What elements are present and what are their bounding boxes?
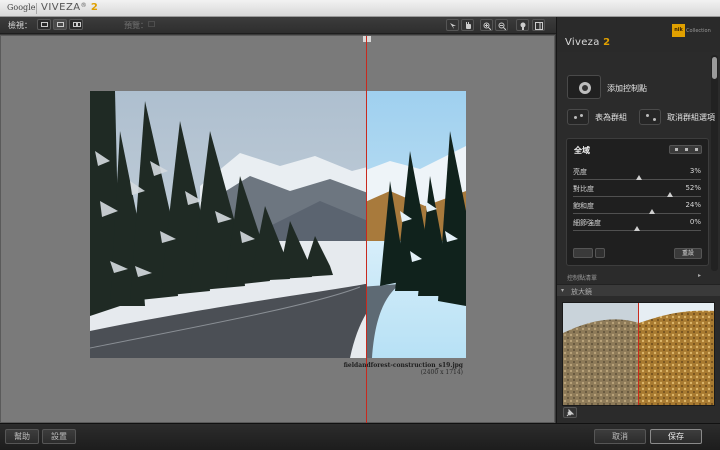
title-divider <box>36 3 37 14</box>
slider-row: 對比度 52% <box>573 184 701 202</box>
bulb-icon <box>520 22 526 30</box>
add-control-point-button[interactable] <box>567 75 601 99</box>
slider-track[interactable] <box>573 213 701 214</box>
side-by-side-view-button[interactable] <box>69 19 83 30</box>
slider-thumb[interactable] <box>667 192 673 197</box>
split-view-icon <box>57 22 64 27</box>
slider-row: 飽和度 24% <box>573 201 701 219</box>
zoom-in-button[interactable] <box>480 19 493 31</box>
control-panel: nik Collection Viveza 2 添加控制點 表為群組 取消群組選… <box>556 17 720 423</box>
slider-row: 細節強度 0% <box>573 218 701 236</box>
preview-image[interactable] <box>90 91 466 358</box>
collapse-arrow-icon: ▾ <box>561 287 565 294</box>
slider-label: 飽和度 <box>573 202 594 210</box>
slider-thumb[interactable] <box>649 209 655 214</box>
slider-label: 對比度 <box>573 185 594 193</box>
slider-thumb[interactable] <box>636 175 642 180</box>
file-name: fieldandforest-construction_s19.jpg <box>343 362 463 369</box>
view-label: 檢視： <box>8 21 32 30</box>
group-button[interactable] <box>567 109 589 125</box>
loupe-split-line <box>638 303 639 405</box>
registered-mark: ® <box>80 2 88 9</box>
panel-scrollbar[interactable] <box>711 55 718 271</box>
app-version: 2 <box>90 2 99 13</box>
panel-title-version: 2 <box>603 37 611 48</box>
preview-checkbox[interactable]: ☐ <box>148 20 155 29</box>
settings-button[interactable]: 設置 <box>42 429 76 444</box>
panel-title-name: Viveza <box>565 37 600 48</box>
loupe-preview[interactable] <box>562 302 715 406</box>
reset-button[interactable]: 重設 <box>674 248 702 259</box>
ungroup-label[interactable]: 取消群組選項 <box>667 112 715 123</box>
toolbar: 檢視： 預覽： ☐ <box>0 17 556 34</box>
single-view-icon <box>41 22 48 27</box>
panel-header: nik Collection Viveza 2 <box>557 17 720 52</box>
expand-arrow-icon: ▸ <box>697 272 701 279</box>
control-points-section[interactable]: 控制點清單 ▸ <box>557 271 709 282</box>
ungroup-icon <box>646 114 649 117</box>
options-icon <box>675 148 678 151</box>
hand-icon <box>466 22 471 29</box>
slider-label: 細節強度 <box>573 219 601 227</box>
preview-label: 預覽： <box>124 21 148 30</box>
zoom-in-icon <box>483 22 491 30</box>
nik-collection-text: Collection <box>686 28 711 34</box>
save-button[interactable]: 保存 <box>650 429 702 444</box>
loupe-label: 放大鏡 <box>571 288 592 296</box>
slider-label: 亮度 <box>573 168 587 176</box>
background-color-button[interactable] <box>516 19 529 31</box>
single-view-button[interactable] <box>37 19 51 30</box>
file-dimensions: (2400 x 1714) <box>420 369 463 376</box>
loupe-pin-button[interactable] <box>563 407 577 418</box>
arrow-icon <box>450 23 456 29</box>
slider-value: 3% <box>689 167 701 175</box>
app-title: VIVEZA® 2 <box>41 2 98 13</box>
cancel-button[interactable]: 取消 <box>594 429 646 444</box>
layout-button[interactable] <box>532 19 545 31</box>
snowy-forest-road-image <box>90 91 466 358</box>
pin-icon <box>566 408 575 417</box>
app-name: VIVEZA <box>41 2 81 13</box>
ungroup-button[interactable] <box>639 109 661 125</box>
control-point-icon <box>579 82 591 94</box>
global-view-button[interactable] <box>573 248 593 258</box>
nik-collection-badge: nik Collection <box>672 24 711 37</box>
global-eyedropper-button[interactable] <box>595 248 605 258</box>
pointer-tool-button[interactable] <box>446 19 459 31</box>
panel-title: Viveza 2 <box>565 37 610 48</box>
zoom-out-icon <box>498 22 506 30</box>
split-handle[interactable] <box>363 36 371 42</box>
add-control-point-label[interactable]: 添加控制點 <box>607 83 647 94</box>
panel-layout-icon <box>535 22 543 30</box>
global-options-toggle[interactable] <box>669 145 702 154</box>
slider-track[interactable] <box>573 196 701 197</box>
slider-value: 24% <box>685 201 701 209</box>
group-label[interactable]: 表為群組 <box>595 112 627 123</box>
slider-value: 0% <box>689 218 701 226</box>
hand-tool-button[interactable] <box>461 19 474 31</box>
viveza-app: Google VIVEZA® 2 檢視： 預覽： ☐ fieldandfores… <box>0 0 720 450</box>
global-adjustments: 全域 亮度 3% 對比度 52% 飽和度 24% 細節強度 0% 重設 <box>566 138 709 266</box>
slider-thumb[interactable] <box>634 226 640 231</box>
bottom-bar: 幫助 設置 取消 保存 <box>0 423 720 450</box>
split-view-button[interactable] <box>53 19 67 30</box>
zoom-out-button[interactable] <box>495 19 508 31</box>
group-icon <box>574 116 577 119</box>
google-brand: Google <box>7 3 36 12</box>
global-title: 全域 <box>574 146 590 155</box>
panel-scroll-thumb[interactable] <box>712 57 717 79</box>
image-canvas[interactable]: fieldandforest-construction_s19.jpg (240… <box>0 35 555 424</box>
title-bar: Google VIVEZA® 2 <box>0 0 720 17</box>
help-button[interactable]: 幫助 <box>5 429 39 444</box>
loupe-section-header[interactable]: ▾ 放大鏡 <box>557 284 720 296</box>
slider-row: 亮度 3% <box>573 167 701 185</box>
control-points-label: 控制點清單 <box>567 275 598 282</box>
nik-logo: nik <box>672 24 685 37</box>
loupe-image <box>563 303 714 405</box>
slider-value: 52% <box>685 184 701 192</box>
